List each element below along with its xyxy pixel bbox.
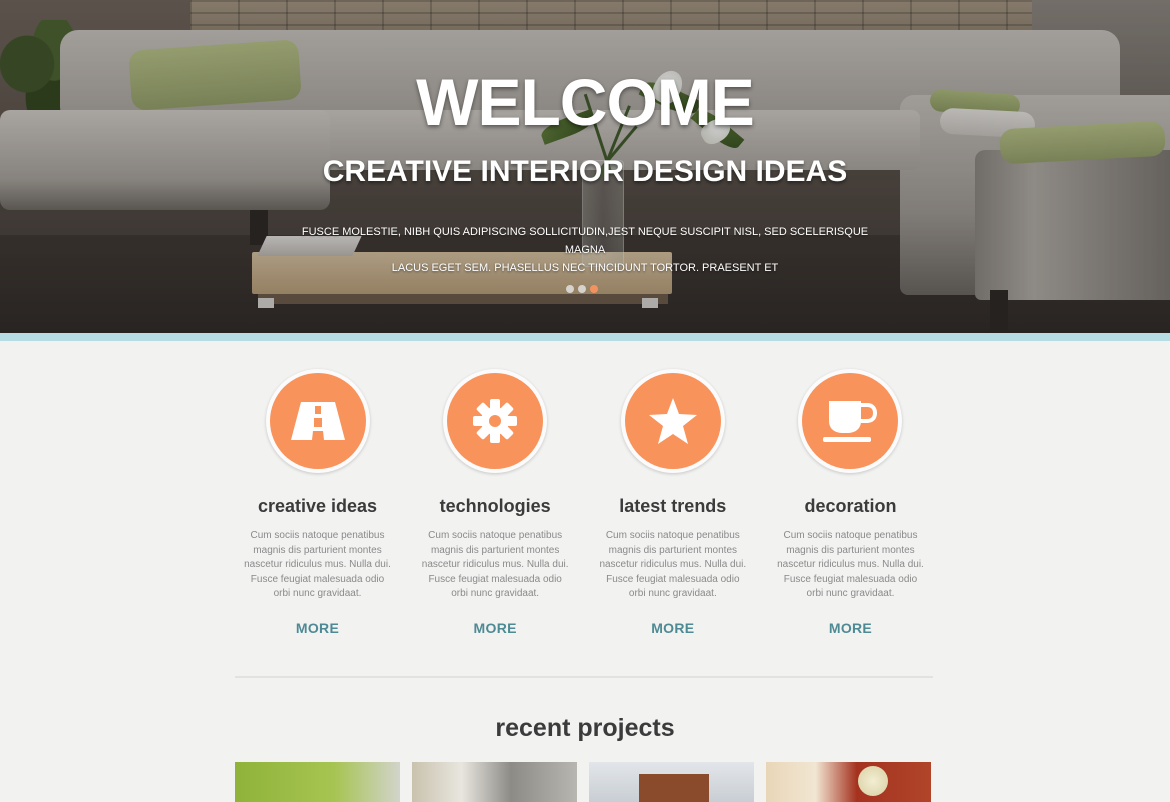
road-icon — [290, 402, 345, 440]
feature-text: Cum sociis natoque penatibus magnis dis … — [777, 530, 924, 599]
feature-title: latest trends — [619, 496, 727, 516]
slider-dot[interactable] — [578, 285, 586, 293]
project-thumbnail[interactable] — [766, 761, 931, 802]
feature-more-link[interactable]: MORE — [296, 620, 339, 636]
section-divider — [235, 675, 933, 678]
slider-dot[interactable] — [566, 285, 574, 293]
feature-title: decoration — [804, 496, 897, 516]
feature-card: creative ideas Cum sociis natoque penati… — [229, 369, 406, 637]
feature-icon-circle-inner — [269, 373, 366, 469]
feature-card: decoration Cum sociis natoque penatibus … — [762, 369, 939, 637]
feature-text: Cum sociis natoque penatibus magnis dis … — [421, 530, 569, 599]
feature-text: Cum sociis natoque penatibus magnis dis … — [244, 530, 391, 599]
feature-more-link[interactable]: MORE — [651, 620, 694, 636]
hero-description-line: FUSCE MOLESTIE, NIBH QUIS ADIPISCING SOL… — [301, 226, 869, 256]
recent-projects-gallery — [235, 761, 933, 802]
hero-title: WELCOME — [416, 65, 755, 139]
features-section: creative ideas Cum sociis natoque penati… — [229, 341, 939, 637]
feature-card: latest trends Cum sociis natoque penatib… — [584, 369, 761, 637]
recent-projects-title: recent projects — [495, 713, 675, 742]
project-thumbnail[interactable] — [235, 761, 400, 802]
feature-icon-circle[interactable] — [798, 369, 903, 473]
feature-more-link[interactable]: MORE — [474, 620, 517, 636]
gear-icon — [473, 399, 518, 443]
project-thumbnail[interactable] — [589, 761, 754, 802]
accent-stripe — [0, 333, 1170, 341]
slider-pagination — [566, 285, 598, 293]
slider-dot[interactable] — [590, 285, 598, 293]
hero-subtitle: CREATIVE INTERIOR DESIGN IDEAS — [322, 155, 848, 188]
feature-more-link[interactable]: MORE — [829, 620, 872, 636]
feature-icon-circle-inner — [802, 373, 899, 469]
feature-card: technologies Cum sociis natoque penatibu… — [407, 369, 584, 637]
project-thumbnail[interactable] — [412, 761, 577, 802]
coffee-cup-icon — [823, 401, 878, 442]
hero-slider: WELCOME CREATIVE INTERIOR DESIGN IDEAS F… — [0, 0, 1170, 333]
feature-text: Cum sociis natoque penatibus magnis dis … — [599, 530, 747, 599]
feature-icon-circle[interactable] — [620, 369, 725, 473]
feature-title: creative ideas — [257, 496, 378, 516]
star-icon — [648, 398, 697, 444]
feature-title: technologies — [439, 496, 551, 516]
hero-description: FUSCE MOLESTIE, NIBH QUIS ADIPISCING SOL… — [300, 223, 870, 277]
feature-icon-circle-inner — [624, 373, 721, 469]
feature-icon-circle-inner — [447, 373, 544, 469]
feature-icon-circle[interactable] — [443, 369, 548, 473]
feature-icon-circle[interactable] — [265, 369, 370, 473]
hero-description-line: LACUS EGET SEM. PHASELLUS NEC TINCIDUNT … — [391, 262, 779, 274]
